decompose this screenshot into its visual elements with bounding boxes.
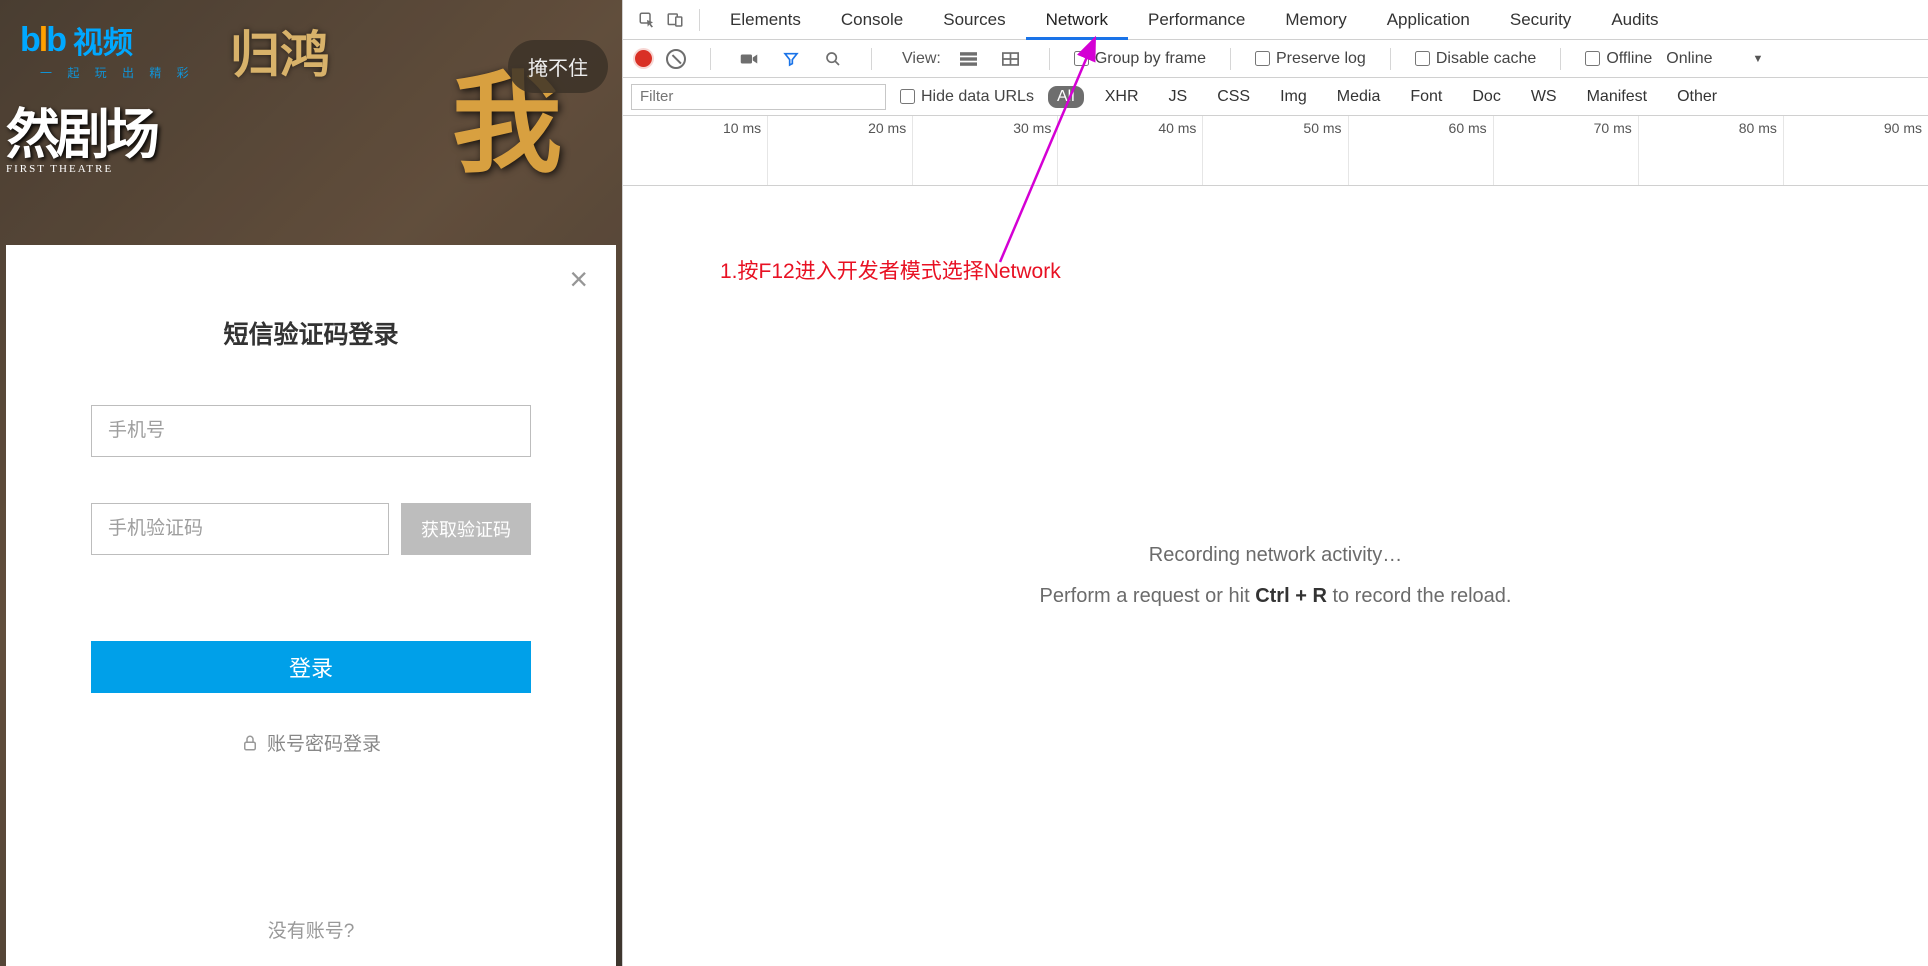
filter-type-js[interactable]: JS [1160,86,1197,108]
search-icon[interactable] [819,45,847,73]
devtools-tab-security[interactable]: Security [1490,0,1591,40]
devtools-tab-console[interactable]: Console [821,0,923,40]
site-logo[interactable]: blb 视频 [20,18,133,62]
network-empty-state: Recording network activity… Perform a re… [623,186,1928,966]
webpage-pane: blb 视频 一 起 玩 出 精 彩 归鸿 我 然剧场 FIRST THEATR… [0,0,622,966]
hint-text: Perform a request or hit Ctrl + R to rec… [1040,585,1512,608]
logo-mark: blb [20,21,65,60]
filter-type-css[interactable]: CSS [1208,86,1259,108]
timeline-column: 40 ms [1058,116,1203,185]
camera-icon[interactable] [735,45,763,73]
theater-cn: 然剧场 [6,90,156,169]
offline-checkbox[interactable]: Offline [1585,50,1652,68]
throttling-dropdown[interactable]: Online ▼ [1666,50,1763,68]
close-icon[interactable]: × [569,263,588,295]
hide-data-urls-checkbox[interactable]: Hide data URLs [900,88,1034,106]
logo-text: 视频 [73,18,133,62]
separator [1049,48,1050,70]
separator [1390,48,1391,70]
clear-icon[interactable] [666,49,686,69]
filter-type-all[interactable]: All [1048,86,1084,108]
devtools-tab-audits[interactable]: Audits [1591,0,1678,40]
group-by-frame-checkbox[interactable]: Group by frame [1074,50,1206,68]
separator [710,48,711,70]
filter-icon[interactable] [777,45,805,73]
password-login-link[interactable]: 账号密码登录 [30,729,592,756]
lock-icon [241,734,259,752]
timeline-label: 80 ms [1739,120,1777,136]
login-button[interactable]: 登录 [91,641,531,693]
network-toolbar: View: Group by frame Preserve log Disabl… [623,40,1928,78]
timeline-label: 70 ms [1594,120,1632,136]
large-rows-icon[interactable] [955,45,983,73]
filter-input[interactable] [631,84,886,110]
filter-type-manifest[interactable]: Manifest [1578,86,1656,108]
phone-input[interactable] [91,405,531,457]
separator [1560,48,1561,70]
filter-type-doc[interactable]: Doc [1463,86,1509,108]
devtools-tab-network[interactable]: Network [1026,0,1128,40]
timeline-column: 80 ms [1639,116,1784,185]
timeline-column: 20 ms [768,116,913,185]
password-login-label: 账号密码登录 [267,729,381,756]
separator [699,9,700,31]
chevron-down-icon: ▼ [1753,53,1764,65]
timeline-column: 90 ms [1784,116,1928,185]
filter-type-img[interactable]: Img [1271,86,1316,108]
timeline-label: 60 ms [1449,120,1487,136]
waterfall-view-icon[interactable] [997,45,1025,73]
modal-title: 短信验证码登录 [30,315,592,351]
theater-badge: 然剧场 FIRST THEATRE [6,90,156,175]
timeline-column: 10 ms [623,116,768,185]
logo-subtitle: 一 起 玩 出 精 彩 [40,64,195,81]
record-icon[interactable] [635,50,652,67]
network-timeline[interactable]: 10 ms 20 ms 30 ms 40 ms 50 ms 60 ms 70 ms 80 ms… [623,116,1928,186]
disable-cache-checkbox[interactable]: Disable cache [1415,50,1537,68]
login-modal: × 短信验证码登录 获取验证码 登录 账号密码登录 没有账号? 创建一个新账号 [6,245,616,966]
devtools-tab-elements[interactable]: Elements [710,0,821,40]
devtools-tab-memory[interactable]: Memory [1265,0,1366,40]
timeline-column: 60 ms [1349,116,1494,185]
recording-text: Recording network activity… [1149,544,1402,567]
timeline-label: 30 ms [1013,120,1051,136]
preserve-log-checkbox[interactable]: Preserve log [1255,50,1366,68]
separator [871,48,872,70]
timeline-column: 70 ms [1494,116,1639,185]
device-toggle-icon[interactable] [661,6,689,34]
devtools-tab-sources[interactable]: Sources [923,0,1025,40]
annotation-text: 1.按F12进入开发者模式选择Network [720,255,1061,285]
get-code-button[interactable]: 获取验证码 [401,503,531,555]
timeline-label: 20 ms [868,120,906,136]
sms-code-input[interactable] [91,503,389,555]
separator [1230,48,1231,70]
filter-type-other[interactable]: Other [1668,86,1726,108]
view-label: View: [902,50,941,68]
filter-type-media[interactable]: Media [1328,86,1390,108]
show-title: 归鸿 [230,15,330,87]
timeline-label: 10 ms [723,120,761,136]
devtools-panel: ElementsConsoleSourcesNetworkPerformance… [622,0,1928,966]
no-account-text: 没有账号? [30,916,592,943]
timeline-label: 90 ms [1884,120,1922,136]
filter-type-xhr[interactable]: XHR [1096,86,1148,108]
devtools-tab-application[interactable]: Application [1367,0,1490,40]
timeline-column: 50 ms [1203,116,1348,185]
filter-type-ws[interactable]: WS [1522,86,1566,108]
filter-type-font[interactable]: Font [1401,86,1451,108]
devtools-tabbar: ElementsConsoleSourcesNetworkPerformance… [623,0,1928,40]
inspect-icon[interactable] [633,6,661,34]
devtools-tab-performance[interactable]: Performance [1128,0,1265,40]
hero-pill-button[interactable]: 掩不住 [508,40,608,93]
timeline-label: 40 ms [1158,120,1196,136]
timeline-column: 30 ms [913,116,1058,185]
timeline-label: 50 ms [1303,120,1341,136]
network-filter-bar: Hide data URLs All XHR JS CSS Img Media Font Do… [623,78,1928,116]
